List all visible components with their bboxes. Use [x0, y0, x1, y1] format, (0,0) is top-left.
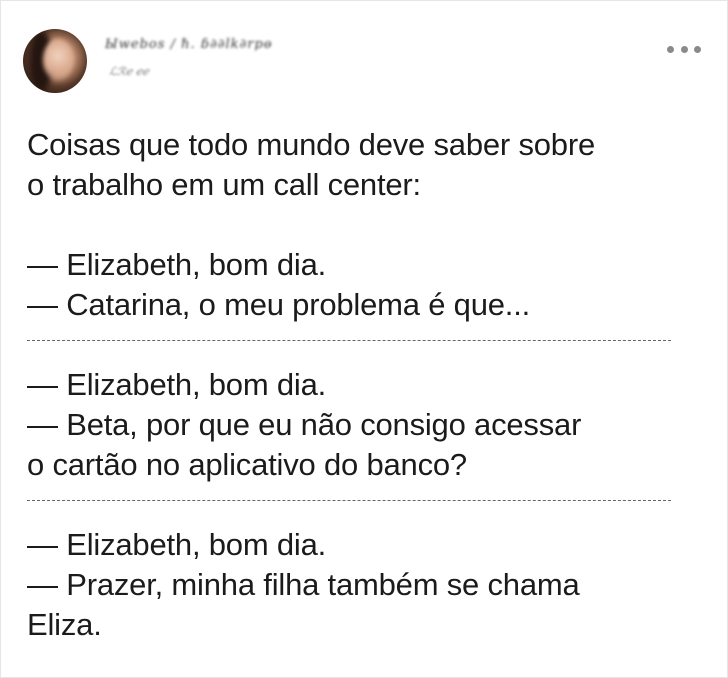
author-handle: ℒℛℯ ℯℯ [109, 65, 149, 78]
post-text-line: Eliza. [27, 607, 102, 642]
post-text-line: Coisas que todo mundo deve saber sobre [27, 127, 595, 162]
avatar-face [43, 39, 73, 81]
post-text-line: — Elizabeth, bom dia. [27, 367, 327, 402]
post-body: Coisas que todo mundo deve saber sobre o… [27, 125, 707, 645]
dashed-separator [27, 325, 707, 365]
post-text-line: — Prazer, minha filha também se chama [27, 567, 580, 602]
post-text-line: — Elizabeth, bom dia. [27, 247, 327, 282]
post-text-line: o trabalho em um call center: [27, 167, 421, 202]
post-text-line: — Catarina, o meu problema é que... [27, 287, 531, 322]
dashed-separator [27, 485, 707, 525]
post-text-line: — Beta, por que eu não consigo acessar [27, 407, 582, 442]
more-dot [667, 45, 674, 53]
post-card: Ыwebos ∕ ℏ. ɓ∂∂lk∂rpɵ ℒℛℯ ℯℯ Coisas que … [0, 0, 728, 678]
post-header: Ыwebos ∕ ℏ. ɓ∂∂lk∂rpɵ ℒℛℯ ℯℯ [23, 29, 703, 95]
more-options-icon[interactable] [667, 41, 701, 57]
more-dot [680, 45, 688, 53]
post-text-line: o cartão no aplicativo do banco? [27, 447, 467, 482]
post-text-line: — Elizabeth, bom dia. [27, 527, 327, 562]
more-dot [694, 45, 701, 53]
author-name[interactable]: Ыwebos ∕ ℏ. ɓ∂∂lk∂rpɵ [105, 37, 273, 52]
avatar[interactable] [23, 29, 87, 93]
